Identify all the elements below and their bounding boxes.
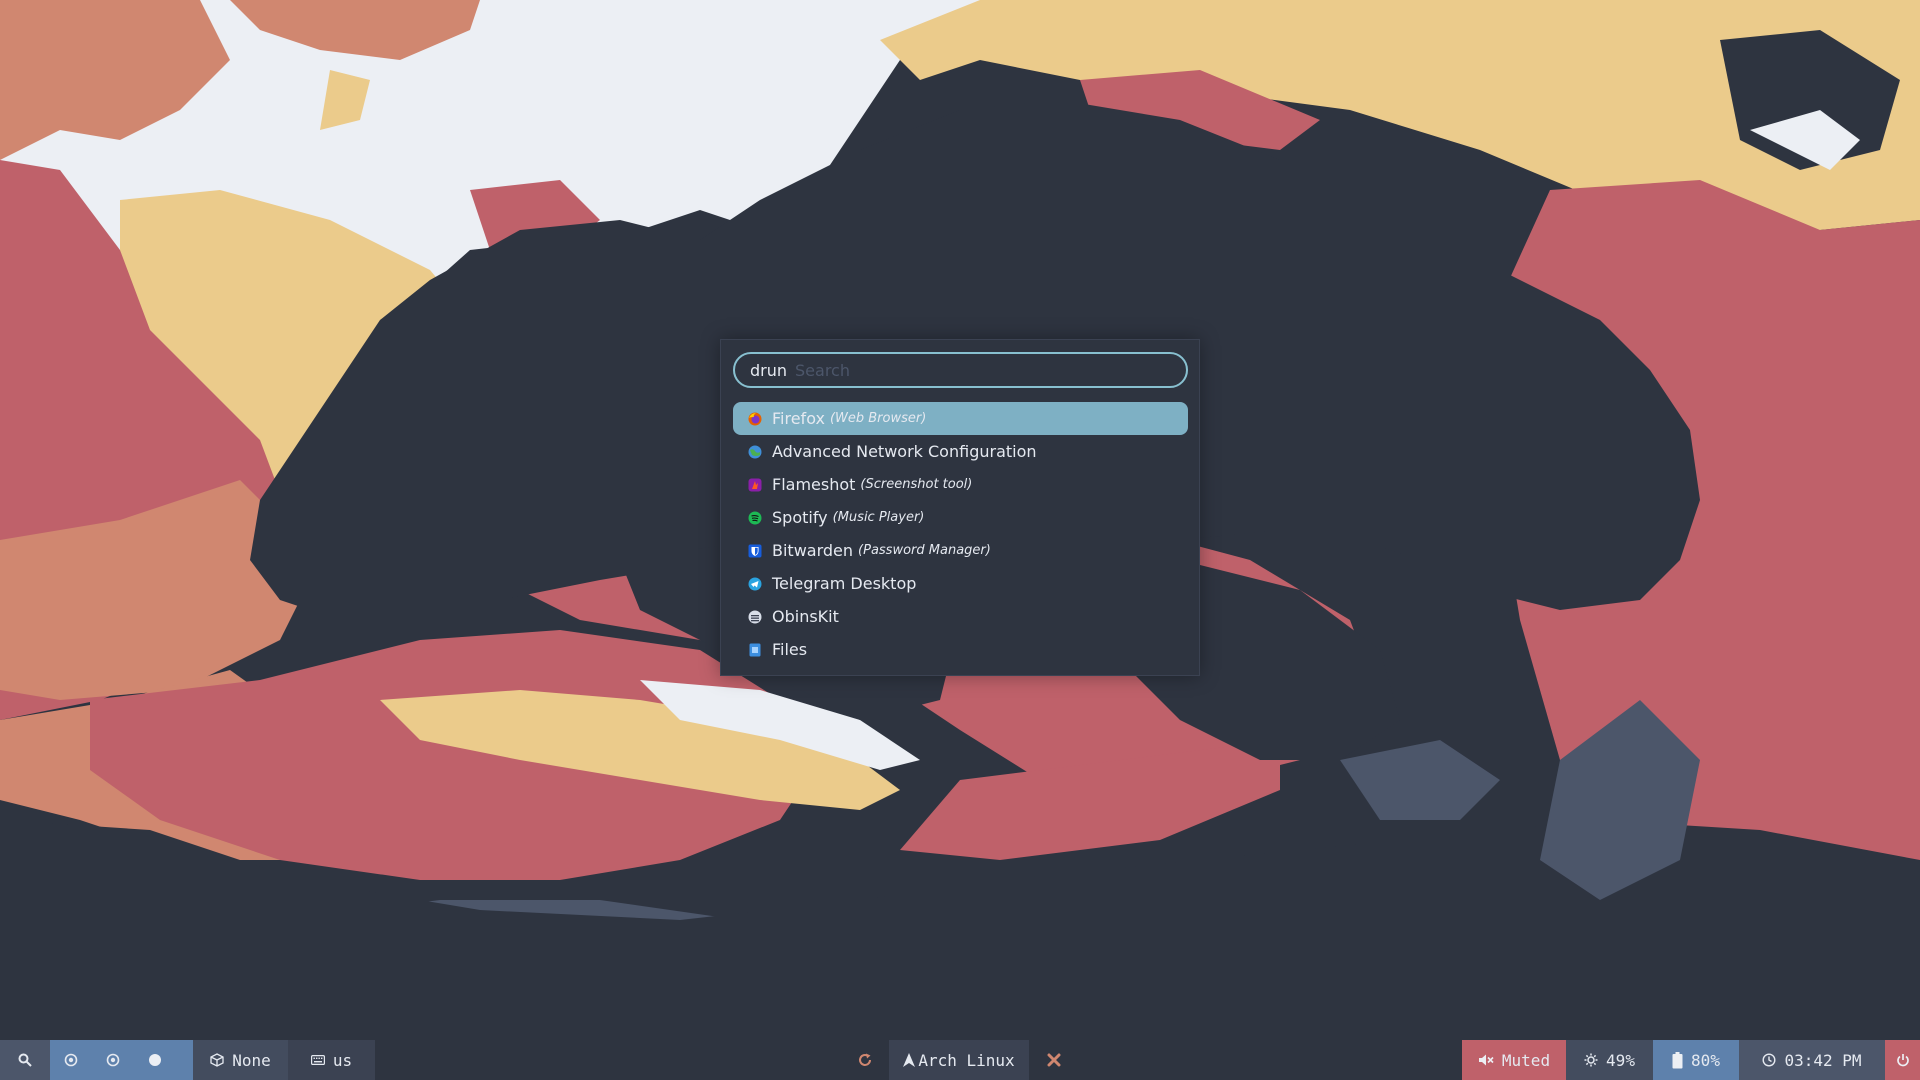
volume-indicator[interactable]: Muted	[1462, 1040, 1566, 1080]
results-list: Firefox (Web Browser) Advanced Network C…	[733, 402, 1188, 666]
firefox-icon	[748, 412, 762, 425]
list-item-obinskit[interactable]: ObinsKit	[733, 600, 1188, 633]
workspace-2[interactable]	[92, 1040, 134, 1080]
window-title: None	[193, 1040, 288, 1080]
clock-label: 03:42 PM	[1784, 1050, 1862, 1070]
list-item-files[interactable]: Files	[733, 633, 1188, 666]
list-item-telegram[interactable]: Telegram Desktop	[733, 567, 1188, 600]
app-name: Spotify	[772, 508, 828, 527]
list-item-bitwarden[interactable]: Bitwarden (Password Manager)	[733, 534, 1188, 567]
network-icon	[748, 445, 762, 458]
search-icon	[18, 1053, 32, 1067]
spotify-icon	[748, 511, 762, 524]
list-item-network[interactable]: Advanced Network Configuration	[733, 435, 1188, 468]
app-name: Advanced Network Configuration	[772, 442, 1037, 461]
circle-icon	[106, 1053, 120, 1067]
app-name: Bitwarden	[772, 541, 854, 560]
close-icon	[1047, 1053, 1061, 1067]
distro-label: Arch Linux	[889, 1040, 1029, 1080]
app-description: (Web Browser)	[829, 411, 927, 426]
mode-label: drun	[750, 360, 788, 380]
search-bar[interactable]: drun	[733, 352, 1188, 388]
keyboard-layout[interactable]: us	[288, 1040, 375, 1080]
flameshot-icon	[748, 478, 762, 491]
volume-label: Muted	[1501, 1050, 1551, 1070]
list-item-flameshot[interactable]: Flameshot (Screenshot tool)	[733, 468, 1188, 501]
bitwarden-icon	[748, 544, 762, 557]
status-bar: None us Arch Linux Muted 49% 80% 03:42 P…	[0, 1040, 1920, 1080]
files-icon	[749, 643, 761, 656]
keyboard-layout-label: us	[332, 1050, 353, 1070]
cube-icon	[210, 1053, 224, 1067]
power-icon	[1896, 1054, 1909, 1067]
battery-icon	[1672, 1051, 1683, 1068]
list-item-spotify[interactable]: Spotify (Music Player)	[733, 501, 1188, 534]
app-description: (Password Manager)	[858, 543, 991, 558]
filled-circle-icon	[149, 1054, 161, 1066]
app-description: (Screenshot tool)	[860, 477, 973, 492]
workspace-3-active[interactable]	[134, 1040, 176, 1080]
app-name: Files	[772, 640, 808, 659]
power-button[interactable]	[1885, 1040, 1920, 1080]
telegram-icon	[748, 577, 762, 590]
app-launcher: drun Firefox (Web Browser) Advanced Netw…	[720, 339, 1200, 676]
clock-icon	[1762, 1053, 1776, 1067]
app-name: Telegram Desktop	[772, 574, 917, 593]
app-name: ObinsKit	[772, 607, 839, 626]
workspaces	[50, 1040, 193, 1080]
brightness-label: 49%	[1606, 1050, 1635, 1070]
battery-label: 80%	[1691, 1050, 1720, 1070]
app-description: (Music Player)	[832, 510, 925, 525]
reload-icon	[859, 1053, 871, 1066]
mute-icon	[1478, 1054, 1494, 1066]
circle-icon	[64, 1053, 78, 1067]
list-item-firefox[interactable]: Firefox (Web Browser)	[733, 402, 1188, 435]
reload-button[interactable]	[845, 1040, 885, 1080]
brightness-indicator[interactable]: 49%	[1566, 1040, 1653, 1080]
close-window-button[interactable]	[1034, 1040, 1074, 1080]
app-name: Flameshot	[772, 475, 856, 494]
arch-logo-icon	[903, 1053, 916, 1067]
brightness-icon	[1584, 1053, 1598, 1067]
obinskit-icon	[748, 610, 762, 623]
clock[interactable]: 03:42 PM	[1739, 1040, 1885, 1080]
keyboard-icon	[310, 1055, 325, 1065]
distro-name: Arch Linux	[918, 1050, 1015, 1070]
workspace-1[interactable]	[50, 1040, 92, 1080]
search-input[interactable]	[795, 360, 1186, 380]
window-label: None	[232, 1050, 271, 1070]
search-launcher-button[interactable]	[0, 1040, 50, 1080]
battery-indicator: 80%	[1653, 1040, 1739, 1080]
app-name: Firefox	[772, 409, 825, 428]
